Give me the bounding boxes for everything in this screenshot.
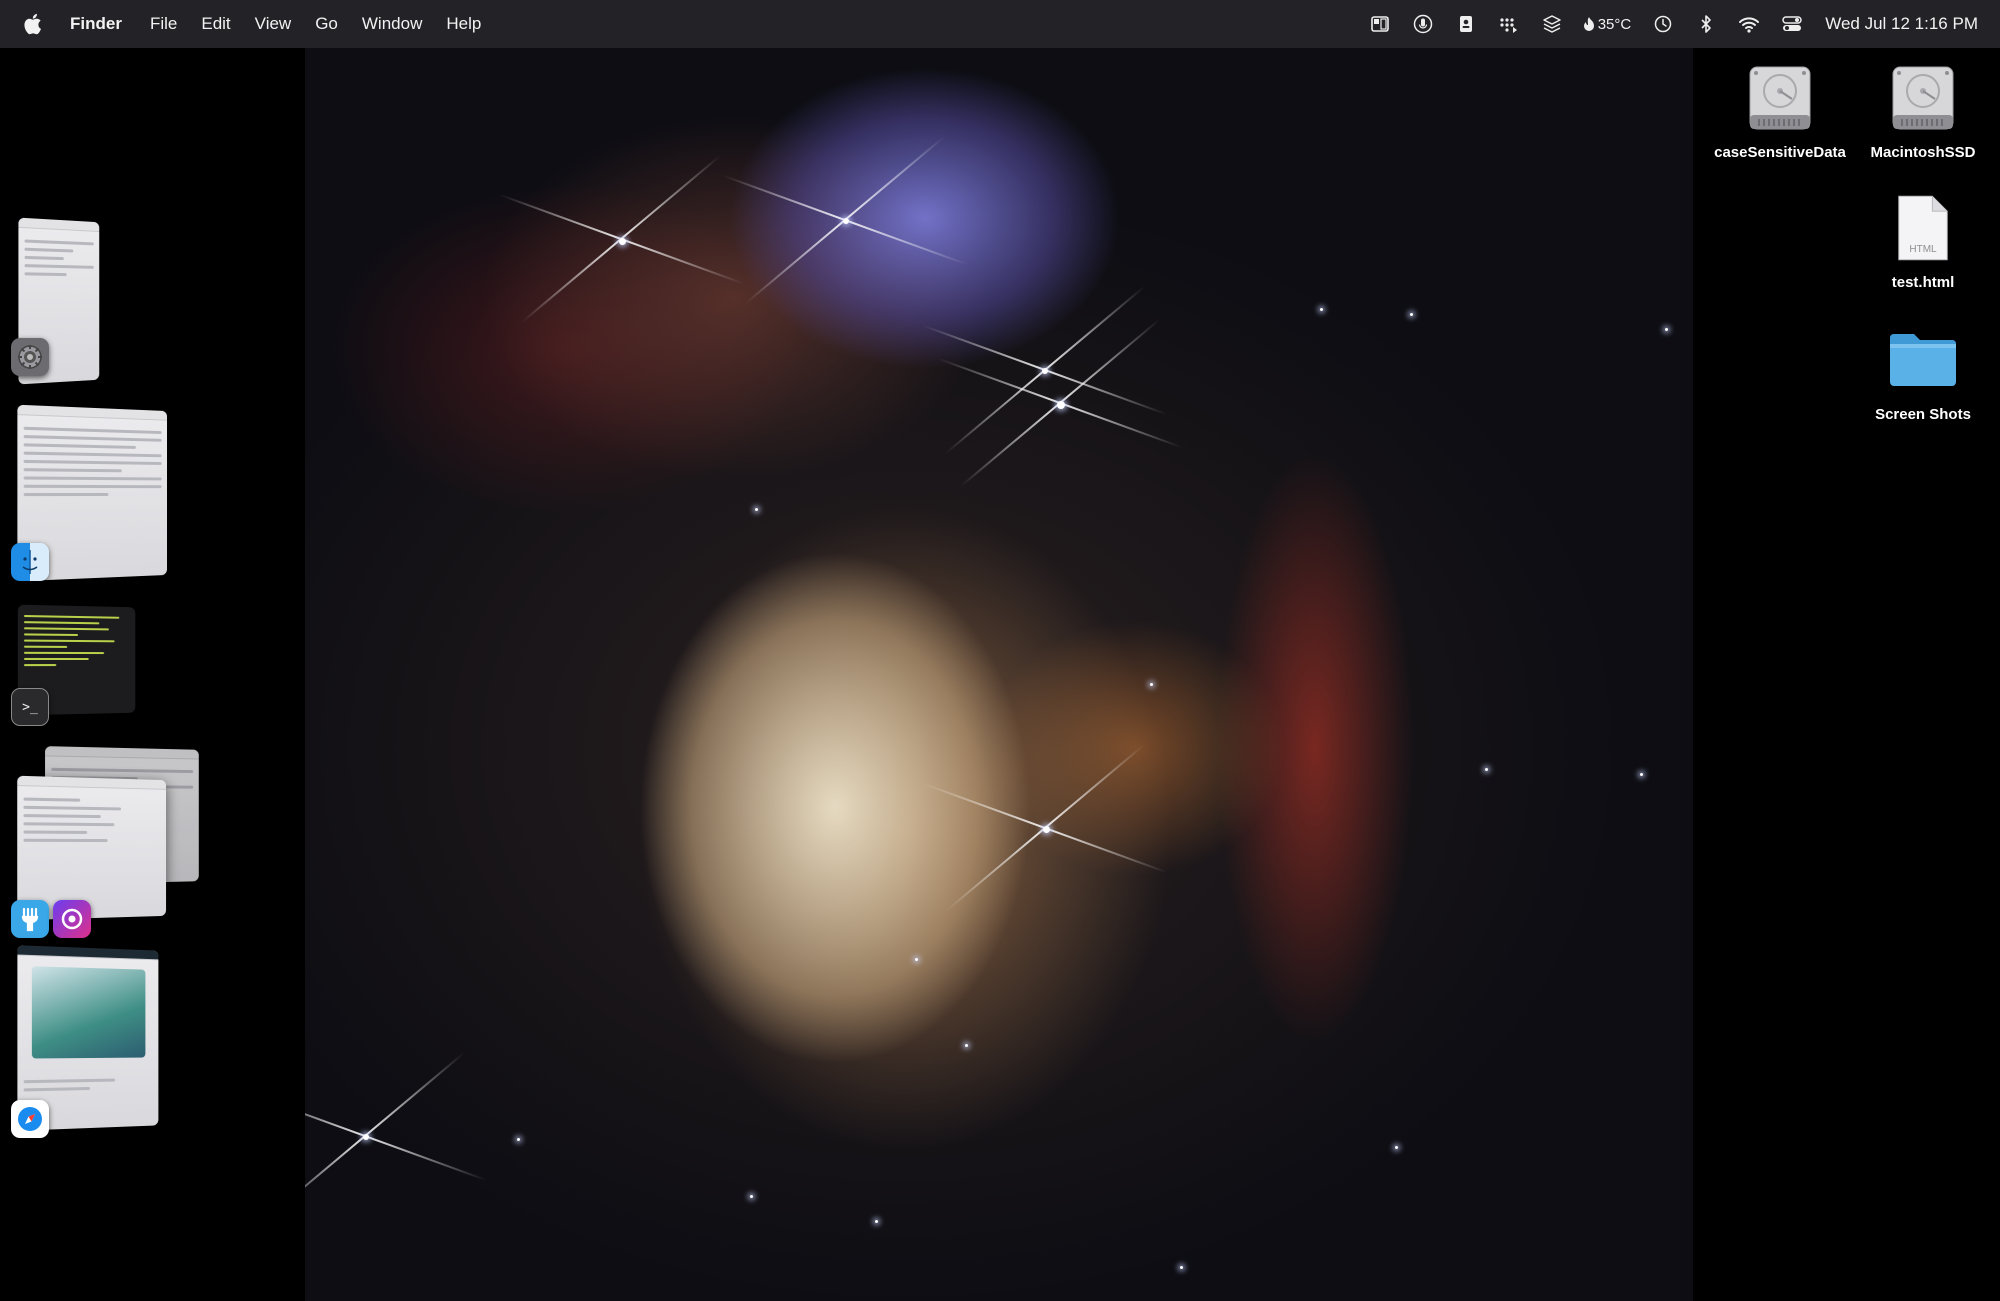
star [1042,368,1048,374]
window-layout-icon[interactable] [1369,13,1391,35]
star [517,1138,520,1141]
time-machine-icon[interactable] [1652,13,1674,35]
desktop-item-label: caseSensitiveData [1714,144,1846,161]
contacts-card-icon[interactable] [1455,13,1477,35]
menu-edit[interactable]: Edit [201,0,230,48]
star [875,1220,878,1223]
menu-bar: Finder File Edit View Go Window Help 35°… [0,0,2000,48]
star [1320,308,1323,311]
star [750,1195,753,1198]
apple-logo-icon[interactable] [22,12,42,36]
star [1485,768,1488,771]
flame-icon [1583,17,1594,31]
terminal-prompt: >_ [22,699,38,715]
desktop-wallpaper [305,48,1693,1301]
star [1043,826,1050,833]
html-file-icon: HTML [1885,190,1961,266]
gear-icon[interactable] [11,338,49,376]
stage-thumbnail-fork[interactable] [17,775,167,921]
control-center-icon[interactable] [1781,13,1803,35]
file-type-badge: HTML [1909,244,1937,255]
star [1150,683,1153,686]
bluetooth-icon[interactable] [1695,13,1717,35]
stage-manager-strip: >_ [0,48,305,1301]
wifi-icon[interactable] [1738,13,1760,35]
star [755,508,758,511]
desktop-item-label: test.html [1891,274,1955,291]
star [363,1134,369,1140]
star [1640,773,1643,776]
microphone-icon[interactable] [1412,13,1434,35]
desktop-item-label: Screen Shots [1875,406,1971,423]
star [1665,328,1668,331]
desktop-item-screen-shots[interactable]: Screen Shots [1848,322,1998,423]
compass-icon[interactable] [11,1100,49,1138]
star [1180,1266,1183,1269]
menu-file[interactable]: File [150,0,177,48]
menu-clock[interactable]: Wed Jul 12 1:16 PM [1825,14,1978,34]
hard-drive-icon [1742,60,1818,136]
temperature-indicator[interactable]: 35°C [1583,15,1632,33]
desktop-item-label: MacintoshSSD [1870,144,1976,161]
camera-lens-icon[interactable] [53,900,91,938]
desktop-item-macintoshssd[interactable]: MacintoshSSD [1848,60,1998,161]
finder-face-icon[interactable] [11,543,49,581]
grid-dots-icon[interactable] [1498,13,1520,35]
star [915,958,918,961]
star [619,238,626,245]
menu-app-finder[interactable]: Finder [70,0,122,48]
menu-window[interactable]: Window [362,0,422,48]
menu-go[interactable]: Go [315,0,338,48]
folder-icon [1885,322,1961,398]
star [1057,401,1065,409]
desktop-item-casesensitivedata[interactable]: caseSensitiveData [1705,60,1855,161]
star [965,1044,968,1047]
star [1395,1146,1398,1149]
star [843,218,849,224]
fork-icon[interactable] [11,900,49,938]
desktop-item-test-html[interactable]: HTML test.html [1848,190,1998,291]
terminal-icon[interactable]: >_ [11,688,49,726]
temperature-value: 35°C [1597,15,1632,33]
layers-icon[interactable] [1541,13,1563,35]
hard-drive-icon [1885,60,1961,136]
menu-view[interactable]: View [255,0,292,48]
menu-help[interactable]: Help [446,0,481,48]
star [1410,313,1413,316]
